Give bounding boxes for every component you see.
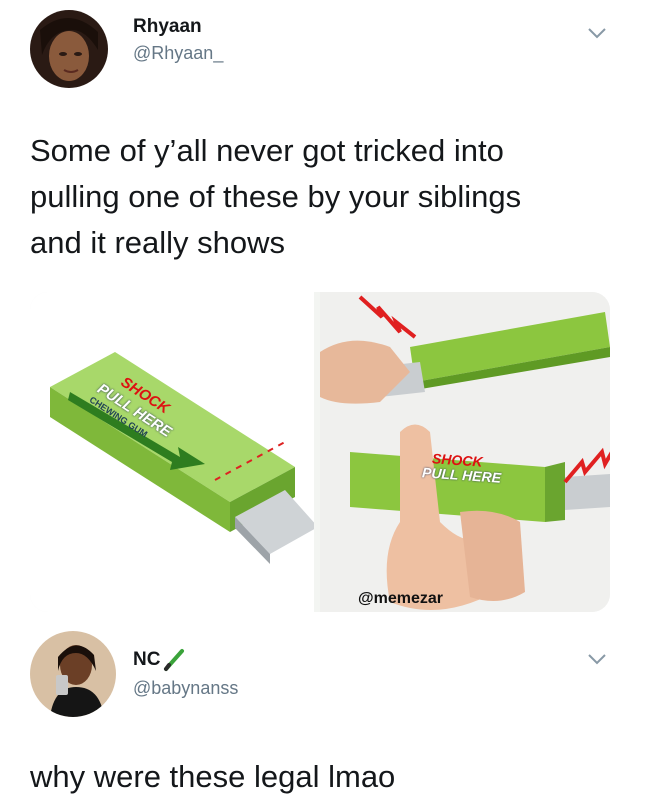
- name-row: NC: [133, 648, 186, 672]
- tweet-text-line: pulling one of these by your siblings: [30, 179, 522, 214]
- tweet-text-line: Some of y’all never got tricked into: [30, 133, 504, 168]
- avatar[interactable]: [30, 10, 108, 88]
- tweet-text: why were these legal lmao: [30, 759, 396, 794]
- handle[interactable]: @babynanss: [133, 678, 238, 699]
- tweet-text-line: and it really shows: [30, 225, 286, 260]
- gum-pack-illustration: [50, 352, 318, 564]
- media-watermark: @memezar: [358, 590, 443, 607]
- display-name[interactable]: NC: [133, 649, 160, 671]
- tweet-text: Some of y’all never got tricked into pul…: [30, 128, 630, 266]
- media-image-left[interactable]: SHOCK PULL HERE CHEWING GUM: [30, 292, 318, 612]
- tweet-rhyaan: Rhyaan @Rhyaan_ Some of y’all never got …: [0, 0, 650, 620]
- pencil-icon: [164, 649, 185, 671]
- media-image-right[interactable]: SHOCK PULL HERE @memezar: [320, 292, 610, 612]
- chevron-down-icon[interactable]: [586, 26, 608, 40]
- display-name[interactable]: Rhyaan: [133, 16, 202, 38]
- tweet-media[interactable]: SHOCK PULL HERE CHEWING GUM SHOCK PULL H…: [30, 292, 610, 612]
- tweet-nc: NC @babynanss why were these legal lmao: [0, 620, 650, 798]
- handle[interactable]: @Rhyaan_: [133, 43, 223, 64]
- avatar[interactable]: [30, 631, 116, 717]
- chevron-down-icon[interactable]: [586, 652, 608, 666]
